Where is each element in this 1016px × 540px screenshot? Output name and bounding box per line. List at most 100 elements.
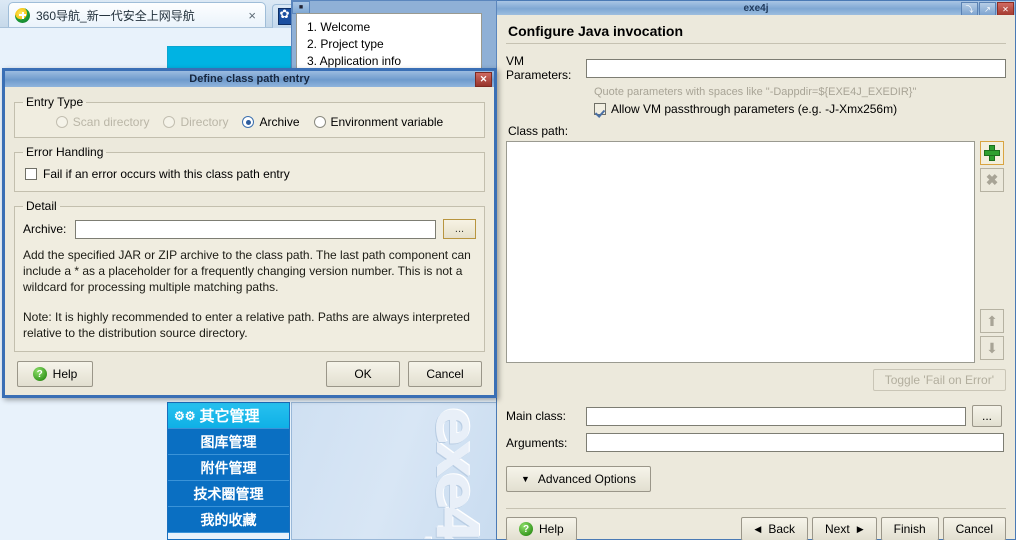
archive-label: Archive: xyxy=(23,222,67,236)
archive-row: Archive: ... xyxy=(23,219,476,239)
arguments-label: Arguments: xyxy=(506,435,568,450)
main-class-browse-button[interactable]: ... xyxy=(972,405,1002,427)
exe4j-content: Configure Java invocation VM Parameters:… xyxy=(498,15,1014,540)
entry-type-group: Entry Type Scan directory Directory Arch… xyxy=(14,95,485,138)
finish-button[interactable]: Finish xyxy=(880,517,939,540)
dialog-titlebar[interactable]: Define class path entry ✕ xyxy=(5,71,494,87)
next-label: Next xyxy=(825,522,850,536)
radio-directory[interactable]: Directory xyxy=(163,115,228,129)
move-down-button[interactable]: ⬇ xyxy=(980,336,1005,360)
help-icon: ? xyxy=(519,522,533,536)
move-up-button[interactable]: ⬆ xyxy=(980,309,1005,333)
vm-parameters-row: VM Parameters: xyxy=(506,54,1006,82)
footer-divider xyxy=(506,508,1006,509)
dialog-help-label: Help xyxy=(52,367,78,381)
help-label: Help xyxy=(539,522,564,536)
wizard-steps-window: ■ 1. Welcome 2. Project type 3. Applicat… xyxy=(291,0,497,72)
advanced-options-button[interactable]: ▼ Advanced Options xyxy=(506,466,651,492)
window-controls: ⤵ ↗ ✕ xyxy=(961,2,1014,16)
window-title: exe4j xyxy=(743,2,769,14)
browser-tab-title: 360导航_新一代安全上网导航 xyxy=(36,8,195,23)
dialog-cancel-button[interactable]: Cancel xyxy=(408,361,482,387)
sidebar-item-label: 图库管理 xyxy=(200,433,257,450)
advanced-options-label: Advanced Options xyxy=(537,472,636,486)
vm-parameters-label: VM Parameters: xyxy=(506,54,572,82)
browser-tab[interactable]: 360导航_新一代安全上网导航 × xyxy=(8,2,266,27)
plus-circle-icon xyxy=(15,7,30,23)
archive-browse-button[interactable]: ... xyxy=(443,219,476,239)
dialog-footer: ? Help OK Cancel xyxy=(5,353,494,395)
triangle-left-icon: ◀ xyxy=(754,523,762,534)
radio-label: Directory xyxy=(180,115,229,129)
allow-passthrough-row[interactable]: Allow VM passthrough parameters (e.g. -J… xyxy=(594,102,1006,116)
vm-parameters-input[interactable] xyxy=(586,58,1006,78)
radio-archive[interactable]: Archive xyxy=(242,115,300,129)
dialog-title: Define class path entry xyxy=(189,73,310,85)
class-path-list[interactable] xyxy=(506,141,976,363)
remove-icon: ✖ xyxy=(985,171,999,189)
detail-paragraph-1: Add the specified JAR or ZIP archive to … xyxy=(23,248,471,294)
sidebar-item-attachments[interactable]: 附件管理 xyxy=(168,455,289,481)
screen: 360导航_新一代安全上网导航 × ⚙⚙ 其它管理 图库管理 附件管理 技术圈管… xyxy=(0,0,1016,540)
radio-indicator[interactable] xyxy=(163,116,176,128)
arguments-row: Arguments: xyxy=(506,433,1006,452)
close-icon[interactable]: ✕ xyxy=(997,2,1014,16)
wizard-nav-buttons: ◀ Back Next ▶ Finish Cancel xyxy=(741,517,1006,540)
sidebar-item-favorites[interactable]: 我的收藏 xyxy=(168,507,289,533)
remove-entry-button[interactable]: ✖ xyxy=(980,168,1005,192)
dialog-action-buttons: OK Cancel xyxy=(326,361,482,387)
sidebar-item-tech-circle[interactable]: 技术圈管理 xyxy=(168,481,289,507)
radio-indicator[interactable] xyxy=(55,116,68,128)
close-icon[interactable]: ✕ xyxy=(475,72,492,87)
sidebar-item-label: 技术圈管理 xyxy=(193,485,264,502)
sidebar-item-gallery[interactable]: 图库管理 xyxy=(168,429,289,455)
radio-scan-directory[interactable]: Scan directory xyxy=(55,115,150,129)
maximize-icon[interactable]: ↗ xyxy=(979,2,996,16)
sidebar-item-other-management[interactable]: ⚙⚙ 其它管理 xyxy=(168,403,289,429)
exe4j-watermark-panel: exe4j xyxy=(291,402,498,540)
error-handling-group: Error Handling Fail if an error occurs w… xyxy=(14,145,485,192)
exe4j-titlebar[interactable]: exe4j ⤵ ↗ ✕ xyxy=(497,1,1015,16)
entry-type-radio-row: Scan directory Directory Archive Environ… xyxy=(23,115,476,129)
fail-on-error-label: Fail if an error occurs with this class … xyxy=(43,167,290,181)
wizard-step-item[interactable]: 1. Welcome xyxy=(307,19,481,36)
main-class-input[interactable] xyxy=(586,406,966,426)
arguments-input[interactable] xyxy=(586,433,1004,452)
triangle-right-icon: ▶ xyxy=(856,523,864,534)
radio-label: Scan directory xyxy=(72,115,150,129)
wizard-step-item[interactable]: 2. Project type xyxy=(307,36,481,53)
cancel-button[interactable]: Cancel xyxy=(942,517,1006,540)
add-icon xyxy=(984,145,1001,161)
exe4j-window: exe4j ⤵ ↗ ✕ Configure Java invocation VM… xyxy=(496,0,1016,540)
gear-icon: ⚙⚙ xyxy=(174,408,196,423)
archive-input[interactable] xyxy=(75,219,436,239)
radio-indicator[interactable] xyxy=(242,116,255,128)
radio-environment-variable[interactable]: Environment variable xyxy=(313,115,443,129)
ok-button[interactable]: OK xyxy=(326,361,400,387)
back-label: Back xyxy=(768,522,796,536)
title-divider xyxy=(506,43,1006,44)
vm-parameters-hint: Quote parameters with spaces like "-Dapp… xyxy=(594,86,917,98)
dialog-help-button[interactable]: ? Help xyxy=(17,361,93,387)
main-class-row: Main class: ... xyxy=(506,405,1006,427)
toggle-fail-on-error-button[interactable]: Toggle 'Fail on Error' xyxy=(872,369,1006,391)
help-button[interactable]: ? Help xyxy=(506,517,577,540)
site-nav-menu: ⚙⚙ 其它管理 图库管理 附件管理 技术圈管理 我的收藏 xyxy=(167,402,290,540)
sidebar-item-label: 其它管理 xyxy=(199,408,260,425)
detail-legend: Detail xyxy=(26,199,57,213)
radio-indicator[interactable] xyxy=(313,116,326,128)
wizard-steps-list[interactable]: 1. Welcome 2. Project type 3. Applicatio… xyxy=(296,13,482,70)
fail-on-error-row[interactable]: Fail if an error occurs with this class … xyxy=(23,165,476,183)
allow-passthrough-checkbox[interactable] xyxy=(594,103,606,115)
next-button[interactable]: Next ▶ xyxy=(812,517,877,540)
fail-on-error-checkbox[interactable] xyxy=(25,168,37,180)
sidebar-item-label: 我的收藏 xyxy=(200,511,257,528)
arrow-down-icon: ⬇ xyxy=(986,340,998,356)
close-icon[interactable]: × xyxy=(245,8,259,23)
chevron-down-icon: ▼ xyxy=(521,474,530,484)
allow-passthrough-label: Allow VM passthrough parameters (e.g. -J… xyxy=(611,102,898,116)
detail-description: Add the specified JAR or ZIP archive to … xyxy=(23,247,476,341)
minimize-icon[interactable]: ⤵ xyxy=(961,2,978,16)
add-entry-button[interactable] xyxy=(980,141,1005,165)
back-button[interactable]: ◀ Back xyxy=(741,517,809,540)
